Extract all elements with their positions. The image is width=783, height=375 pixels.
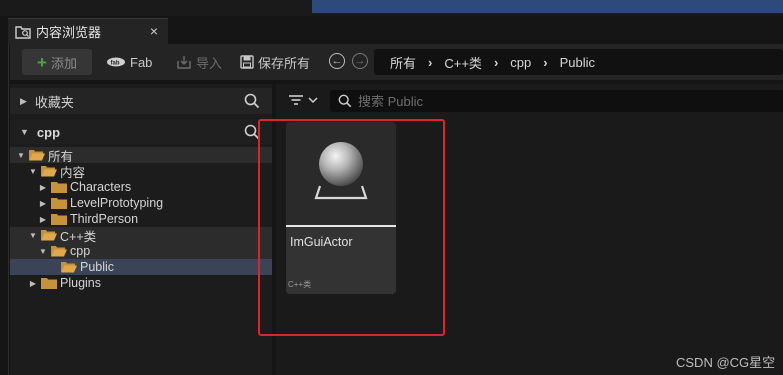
tree-item-public[interactable]: Public bbox=[10, 259, 272, 275]
caret-down-icon[interactable]: ▼ bbox=[28, 167, 38, 176]
chevron-right-icon[interactable]: › bbox=[428, 55, 432, 70]
content-browser-icon bbox=[12, 21, 34, 43]
breadcrumb-item[interactable]: cpp bbox=[510, 55, 531, 70]
tree-item-label: Characters bbox=[70, 180, 132, 194]
asset-info: ImGuiActor C++类 bbox=[286, 227, 396, 294]
tree-item-cpp-classes[interactable]: ▼ C++类 bbox=[10, 227, 272, 244]
fab-label: Fab bbox=[130, 54, 153, 70]
import-button[interactable]: 导入 bbox=[176, 52, 222, 72]
chevron-right-icon[interactable]: › bbox=[494, 55, 498, 70]
tree-item-label: Plugins bbox=[60, 276, 101, 290]
favorites-label: 收藏夹 bbox=[34, 94, 74, 110]
back-arrow-icon[interactable]: ← bbox=[329, 53, 345, 69]
tree-item-plugins[interactable]: ▶ Plugins bbox=[10, 275, 272, 291]
caret-right-icon[interactable]: ▶ bbox=[20, 96, 27, 107]
actor-class-icon bbox=[314, 142, 368, 200]
tree-item-thirdperson[interactable]: ▶ ThirdPerson bbox=[10, 211, 272, 227]
filter-icon bbox=[289, 95, 303, 105]
project-label: cpp bbox=[36, 124, 61, 140]
tree-item-cpp[interactable]: ▼ cpp bbox=[10, 243, 272, 259]
folder-icon bbox=[51, 181, 67, 193]
caret-right-icon[interactable]: ▶ bbox=[38, 199, 48, 208]
asset-view: ImGuiActor C++类 bbox=[276, 84, 783, 375]
folder-open-icon bbox=[41, 229, 57, 241]
forward-arrow-icon[interactable]: → bbox=[352, 53, 368, 69]
caret-down-icon[interactable]: ▼ bbox=[28, 231, 38, 240]
search-icon bbox=[338, 94, 352, 108]
asset-type: C++类 bbox=[288, 280, 312, 289]
import-icon bbox=[177, 56, 191, 69]
tree-item-label: LevelPrototyping bbox=[70, 196, 164, 210]
asset-tile[interactable]: ImGuiActor C++类 bbox=[286, 122, 396, 294]
toolbar: + 添加 fab Fab 导入 保存所有 ← → 所有 › C++类 › cpp… bbox=[10, 44, 783, 80]
tree-item-label: ThirdPerson bbox=[70, 212, 139, 226]
save-all-label: 保存所有 bbox=[258, 55, 311, 71]
folder-open-icon bbox=[51, 245, 67, 257]
asset-name: ImGuiActor bbox=[290, 235, 353, 249]
save-all-button[interactable]: 保存所有 bbox=[240, 52, 310, 72]
project-section[interactable]: ▼ cpp bbox=[10, 120, 272, 144]
svg-text:fab: fab bbox=[111, 61, 120, 67]
tree-item-label: 内容 bbox=[60, 165, 86, 180]
caret-down-icon[interactable]: ▼ bbox=[20, 127, 29, 137]
chevron-down-icon bbox=[308, 97, 318, 104]
fab-button[interactable]: fab Fab bbox=[106, 52, 152, 72]
caret-down-icon[interactable]: ▼ bbox=[38, 247, 48, 256]
search-box[interactable] bbox=[330, 90, 783, 112]
filter-button[interactable] bbox=[288, 94, 318, 106]
search-input[interactable] bbox=[358, 93, 738, 109]
tab-bar: 内容浏览器 × bbox=[0, 16, 783, 44]
add-button[interactable]: + 添加 bbox=[22, 49, 92, 75]
caret-right-icon[interactable]: ▶ bbox=[38, 183, 48, 192]
folder-icon bbox=[41, 277, 57, 289]
breadcrumb-item[interactable]: Public bbox=[560, 55, 595, 70]
breadcrumb-item[interactable]: 所有 bbox=[390, 53, 416, 72]
tree-item-label: C++类 bbox=[60, 229, 97, 244]
sources-panel: ▶ 收藏夹 ▼ cpp ▼ 所有 ▼ 内容 ▶ Characters ▶ Lev… bbox=[10, 84, 272, 375]
folder-icon bbox=[51, 197, 67, 209]
tree-item-all[interactable]: ▼ 所有 bbox=[10, 147, 272, 164]
folder-icon bbox=[51, 213, 67, 225]
search-icon[interactable] bbox=[244, 124, 260, 143]
tree-item-content[interactable]: ▼ 内容 bbox=[10, 163, 272, 180]
watermark: CSDN @CG星空 bbox=[676, 355, 776, 370]
tab-content-browser[interactable]: 内容浏览器 × bbox=[8, 18, 168, 44]
frame-line bbox=[8, 16, 9, 375]
tree-item-characters[interactable]: ▶ Characters bbox=[10, 179, 272, 195]
add-label: 添加 bbox=[50, 55, 77, 71]
folder-tree: ▼ 所有 ▼ 内容 ▶ Characters ▶ LevelPrototypin… bbox=[10, 147, 272, 291]
viewport-strip bbox=[312, 0, 783, 13]
tree-item-label: cpp bbox=[70, 244, 91, 258]
asset-thumbnail bbox=[286, 122, 396, 226]
tree-item-label: Public bbox=[80, 260, 115, 274]
search-icon[interactable] bbox=[244, 93, 260, 112]
close-icon[interactable]: × bbox=[150, 23, 158, 39]
import-label: 导入 bbox=[196, 55, 223, 71]
caret-right-icon[interactable]: ▶ bbox=[28, 279, 38, 288]
save-icon bbox=[240, 55, 254, 69]
favorites-section[interactable]: ▶ 收藏夹 bbox=[10, 88, 272, 114]
caret-down-icon[interactable]: ▼ bbox=[16, 151, 26, 160]
folder-open-icon bbox=[41, 165, 57, 177]
breadcrumb: 所有 › C++类 › cpp › Public bbox=[374, 49, 783, 75]
folder-open-icon bbox=[61, 261, 77, 273]
filter-bar bbox=[276, 88, 783, 114]
breadcrumb-item[interactable]: C++类 bbox=[444, 53, 482, 72]
chevron-right-icon[interactable]: › bbox=[543, 55, 547, 70]
plus-icon: + bbox=[37, 52, 47, 72]
folder-open-icon bbox=[29, 149, 45, 161]
tree-item-levelprototyping[interactable]: ▶ LevelPrototyping bbox=[10, 195, 272, 211]
tab-title: 内容浏览器 bbox=[36, 25, 102, 40]
top-strip bbox=[0, 0, 783, 16]
fab-icon: fab bbox=[107, 57, 125, 67]
caret-right-icon[interactable]: ▶ bbox=[38, 215, 48, 224]
